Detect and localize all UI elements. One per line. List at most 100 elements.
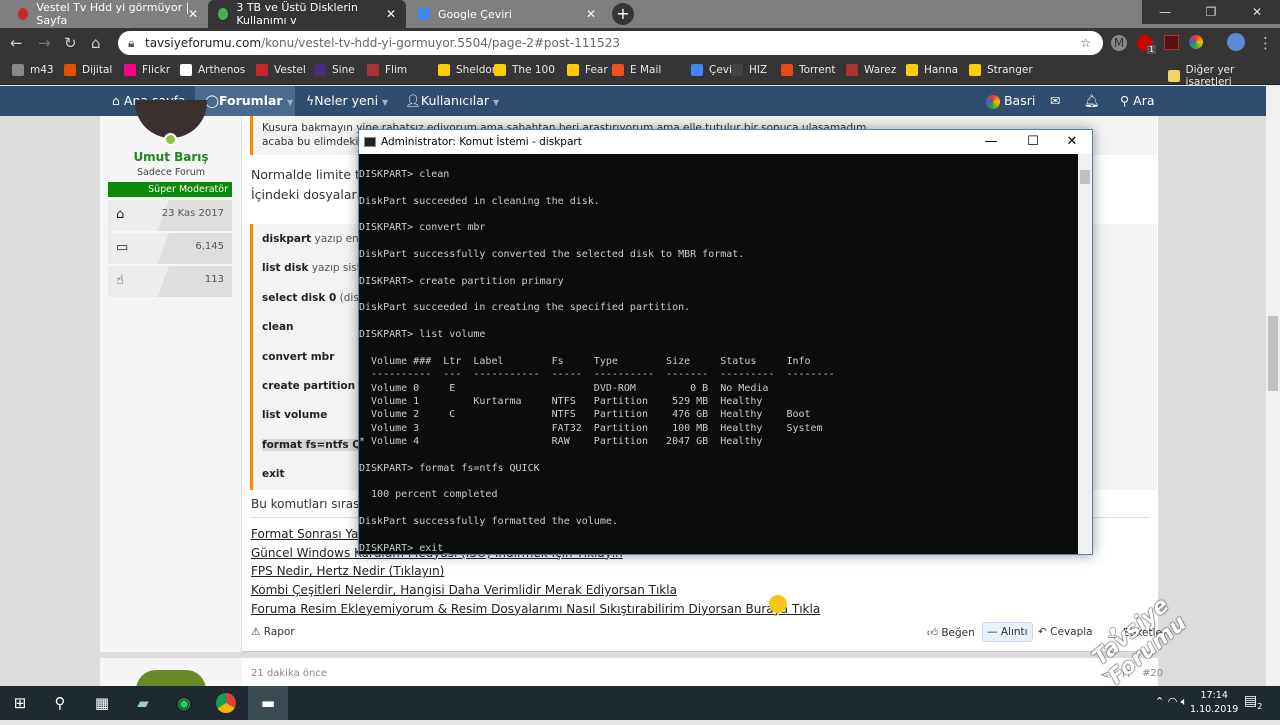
bookmark-item[interactable]: Warez [846, 64, 896, 76]
other-bookmarks[interactable]: Diğer yer işaretleri [1168, 64, 1280, 88]
notification-count: 2 [1257, 701, 1263, 711]
bookmark-item[interactable]: HIZ [731, 64, 767, 76]
terminal-line: DISKPART> convert mbr [359, 222, 486, 234]
terminal-output[interactable]: DISKPART> clean DiskPart succeeded in cle… [359, 168, 1079, 555]
scrollbar-thumb[interactable] [1080, 170, 1090, 184]
quote-button[interactable]: — Alıntı [982, 622, 1033, 642]
scrollbar-thumb[interactable] [1268, 316, 1278, 391]
minimize-button[interactable]: — [971, 130, 1011, 154]
reload-icon[interactable]: ↻ [64, 34, 77, 52]
report-button[interactable]: ⚠ Rapor [251, 626, 295, 638]
forward-icon[interactable]: → [38, 34, 51, 52]
bookmark-item[interactable]: Flim [367, 64, 407, 76]
bookmark-item[interactable]: Fear [567, 64, 608, 76]
back-icon[interactable]: ← [10, 34, 23, 52]
minimize-button[interactable]: — [1142, 0, 1188, 24]
chevron-down-icon[interactable]: ▼ [287, 98, 293, 107]
signature-link[interactable]: Foruma Resim Ekleyemiyorum & Resim Dosya… [251, 602, 820, 616]
nav-whats-new[interactable]: ϟNeler yeni ▼ [306, 86, 388, 116]
search-icon[interactable]: ⚲ [40, 686, 80, 720]
system-tray[interactable]: ⌃ ◠ 🔈︎ [1155, 695, 1187, 709]
cmd-scrollbar[interactable] [1078, 154, 1092, 554]
bookmark-item[interactable]: m43 [12, 64, 54, 76]
nav-members[interactable]: 👤︎Kullanıcılar ▼ [405, 86, 499, 116]
signature-link[interactable]: Format Sonrası Yap [251, 527, 366, 541]
cmd-title-bar[interactable]: Administrator: Komut İstemi - diskpart —… [359, 130, 1092, 154]
cmd-window[interactable]: Administrator: Komut İstemi - diskpart —… [358, 129, 1093, 555]
new-tab-button[interactable]: + [612, 3, 634, 25]
bookmark-item[interactable]: Flickr [124, 64, 170, 76]
bookmark-item[interactable]: E Mail [612, 64, 661, 76]
bookmark-item[interactable]: Sheldon [438, 64, 498, 76]
adblock-badge: 1 [1147, 45, 1157, 54]
bookmark-item[interactable]: Stranger [969, 64, 1033, 76]
notification-icon[interactable]: ▤2 [1244, 693, 1262, 711]
bookmark-label: Torrent [799, 64, 836, 76]
maximize-button[interactable]: ☐ [1013, 130, 1053, 154]
post-number[interactable]: #20 [1142, 668, 1163, 679]
tab-vestel[interactable]: Vestel Tv Hdd yi görmüyor | Sayfa ✕ [8, 0, 208, 28]
reply-icon: ↶ [1038, 626, 1047, 638]
bookmark-item[interactable]: Torrent [781, 64, 836, 76]
inbox-icon[interactable]: ✉ [1050, 86, 1060, 116]
url-input[interactable]: 🔒︎ tavsiyeforumu.com/konu/vestel-tv-hdd-y… [118, 31, 1103, 55]
clock[interactable]: 17:14 1.10.2019 [1190, 689, 1238, 717]
home-icon[interactable]: ⌂ [91, 34, 101, 52]
close-icon[interactable]: ✕ [188, 7, 198, 21]
bookmark-item[interactable]: Dijital [64, 64, 112, 76]
nav-forums[interactable]: ◯Forumlar ▼ [195, 86, 295, 116]
terminal-line: ---------- --- ----------- ----- -------… [359, 369, 835, 381]
mega-extension-icon[interactable]: M [1111, 35, 1127, 51]
calculator-icon[interactable]: ▦ [82, 686, 122, 720]
close-button[interactable]: ✕ [1052, 130, 1092, 154]
pdf-extension-icon[interactable] [1164, 35, 1179, 50]
date: 1.10.2019 [1190, 704, 1239, 715]
chrome-icon[interactable] [206, 686, 246, 720]
cmd-icon [364, 137, 376, 147]
bookmark-icon [969, 64, 981, 76]
folder-icon [1168, 70, 1180, 82]
post-time[interactable]: 21 dakika önce [251, 668, 327, 679]
bookmark-label: Vestel [274, 64, 306, 76]
close-icon[interactable]: ✕ [386, 7, 396, 21]
translate-icon [418, 8, 430, 20]
page-scrollbar[interactable] [1266, 86, 1280, 686]
terminal-line: DiskPart successfully formatted the volu… [359, 515, 618, 527]
menu-icon[interactable]: ⋮ [1258, 34, 1273, 52]
bookmark-item[interactable]: The 100 [494, 64, 555, 76]
nav-label: Neler yeni [314, 93, 379, 108]
star-icon[interactable]: ☆ [1080, 31, 1091, 55]
profile-avatar[interactable] [1227, 33, 1245, 51]
start-button[interactable]: ⊞ [0, 686, 40, 720]
chevron-down-icon[interactable]: ▼ [382, 98, 388, 107]
command-line: format fs=ntfs QUI [262, 438, 374, 451]
command-line: convert mbr [262, 351, 334, 363]
signature-link[interactable]: FPS Nedir, Hertz Nedir (Tıklayın) [251, 564, 444, 578]
search-button[interactable]: ⚲ Ara [1120, 86, 1155, 116]
username[interactable]: Umut Barış [100, 150, 242, 164]
bookmark-icon [567, 64, 579, 76]
maximize-button[interactable]: ❐ [1188, 0, 1234, 24]
bookmark-item[interactable]: Sine [314, 64, 355, 76]
tab-google-translate[interactable]: Google Çeviri ✕ [408, 0, 606, 28]
cmd-taskbar-icon[interactable]: ▬ [248, 686, 288, 720]
bookmark-item[interactable]: Hanna [906, 64, 958, 76]
bookmark-label: Hanna [924, 64, 959, 76]
reply-button[interactable]: ↶ Cevapla [1038, 626, 1093, 638]
chevron-down-icon[interactable]: ▼ [493, 98, 499, 107]
bell-icon[interactable]: 🔔︎ [1084, 86, 1100, 116]
notepad-icon[interactable]: ▰ [123, 686, 163, 720]
account-menu[interactable]: Basri [986, 86, 1035, 116]
extension-icon[interactable] [1189, 35, 1203, 49]
bookmark-item[interactable]: Arthenos [180, 64, 245, 76]
close-icon[interactable]: ✕ [586, 7, 596, 21]
whatsapp-icon[interactable]: ◉ [164, 686, 204, 720]
close-window-button[interactable]: ✕ [1234, 0, 1280, 24]
like-button[interactable]: 👍︎ Beğen [927, 626, 975, 639]
signature-link[interactable]: Kombi Çeşitleri Nelerdir, Hangisi Daha V… [251, 583, 677, 597]
tab-3tb[interactable]: 3 TB ve Üstü Disklerin Kullanımı v ✕ [208, 0, 406, 28]
bookmark-item[interactable]: Vestel [256, 64, 306, 76]
